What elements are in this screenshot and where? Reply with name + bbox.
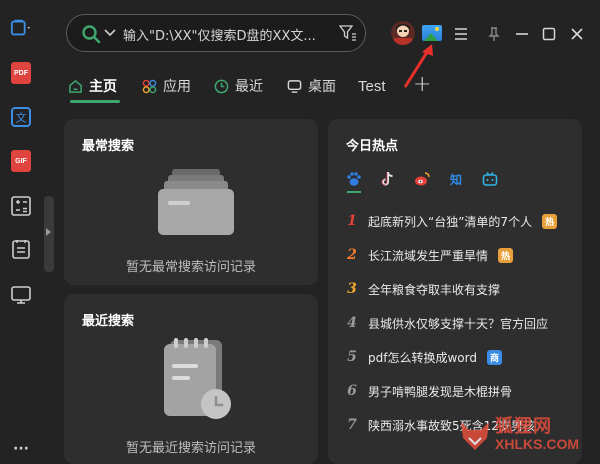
hot-rank: 6: [347, 383, 357, 399]
hot-rank: 4: [347, 315, 357, 331]
search-input[interactable]: 输入"D:\XX"仅搜索D盘的XX文...: [123, 25, 316, 44]
gif-tool-button[interactable]: GIF: [10, 150, 32, 172]
apps-icon: [142, 79, 157, 93]
tab-home-label: 主页: [89, 79, 117, 95]
hot-source-tabs: 知: [346, 171, 498, 187]
hot-item-text: 县城供水仅够支撑十天？官方回应: [368, 316, 549, 331]
douyin-icon[interactable]: [380, 171, 396, 187]
wallpaper-icon[interactable]: [422, 25, 442, 41]
close-icon[interactable]: [567, 24, 587, 44]
monitor-icon: [11, 286, 31, 304]
zhihu-icon[interactable]: 知: [448, 171, 464, 187]
maximize-icon[interactable]: [539, 24, 559, 44]
clipboard-list-icon: [12, 240, 30, 259]
empty-document-icon: [164, 338, 231, 419]
hot-item[interactable]: 5 pdf怎么转换成word 商: [346, 347, 502, 367]
search-icon: [82, 25, 101, 44]
hot-item[interactable]: 1 起底新列入“台独”清单的7个人 热: [346, 211, 558, 231]
hot-item-text: 起底新列入“台独”清单的7个人: [368, 214, 533, 229]
active-tab-indicator: [70, 100, 120, 103]
hot-item-text: pdf怎么转换成word: [368, 350, 477, 365]
hot-rank: 5: [347, 349, 357, 365]
hot-rank: 2: [347, 247, 357, 263]
desktop-icon: [287, 79, 302, 93]
tab-home[interactable]: 主页: [68, 73, 117, 99]
hot-item-text: 男子啃鸭腿发现是木棍拼骨: [368, 384, 513, 399]
translate-icon: 文: [11, 107, 31, 127]
chevron-down-icon[interactable]: [104, 28, 116, 38]
tab-desktop[interactable]: 桌面: [287, 73, 336, 99]
baidu-icon[interactable]: [346, 171, 362, 187]
translate-tool-button[interactable]: 文: [10, 106, 32, 128]
filter-icon[interactable]: [339, 25, 357, 41]
chevron-right-icon: [46, 228, 51, 236]
hot-badge: 热: [498, 247, 514, 263]
pin-icon[interactable]: [484, 24, 504, 44]
hot-item[interactable]: 3 全年粮食夺取丰收有支撑: [346, 279, 500, 299]
tab-test-label: Test: [358, 77, 386, 95]
recent-search-card: 最近搜索 暂无最近搜索访问记录: [64, 294, 318, 464]
hot-rank: 7: [347, 417, 357, 433]
clock-icon: [214, 79, 229, 93]
screen-tool-button[interactable]: [10, 284, 32, 306]
hot-item[interactable]: 4 县城供水仅够支撑十天？官方回应: [346, 313, 548, 333]
tab-recent[interactable]: 最近: [214, 73, 263, 99]
hot-rank: 1: [347, 213, 357, 229]
translate-label: 文: [16, 111, 27, 125]
hot-rank: 3: [347, 281, 357, 297]
hot-item[interactable]: 2 长江流域发生严重旱情 热: [346, 245, 514, 265]
tab-apps-label: 应用: [163, 79, 191, 95]
window-capture-icon[interactable]: [10, 17, 32, 39]
menu-icon[interactable]: [451, 24, 471, 44]
hot-badge: 热: [542, 213, 558, 229]
site-watermark: 狐狸网 XHLKS.COM: [455, 412, 595, 458]
more-icon[interactable]: ···: [10, 438, 32, 460]
pdf-tool-button[interactable]: PDF: [10, 62, 32, 84]
watermark-url: XHLKS.COM: [495, 436, 579, 452]
recent-empty-text: 暂无最近搜索访问记录: [125, 441, 256, 456]
fox-logo-icon: [461, 422, 489, 450]
hot-badge: 商: [486, 349, 502, 365]
gif-icon: GIF: [11, 150, 31, 172]
hot-source-active-indicator: [347, 191, 361, 193]
frequent-search-card: 最常搜索 暂无最常搜索访问记录: [64, 119, 318, 285]
bilibili-icon[interactable]: [482, 171, 498, 187]
frequent-search-title: 最常搜索: [82, 139, 135, 154]
calculator-tool-button[interactable]: [10, 195, 32, 217]
frequent-empty-text: 暂无最常搜索访问记录: [125, 260, 256, 275]
today-hot-title: 今日热点: [346, 139, 399, 154]
tab-desktop-label: 桌面: [308, 79, 336, 95]
weibo-icon[interactable]: [414, 171, 430, 187]
tab-recent-label: 最近: [235, 79, 263, 95]
hot-item-text: 长江流域发生严重旱情: [368, 248, 489, 263]
hot-item[interactable]: 6 男子啃鸭腿发现是木棍拼骨: [346, 381, 512, 401]
minimize-icon[interactable]: [512, 24, 532, 44]
tab-test[interactable]: Test: [358, 73, 386, 99]
home-icon: [69, 79, 82, 93]
left-toolbar: PDF 文 GIF ···: [0, 0, 44, 462]
search-bar[interactable]: 输入"D:\XX"仅搜索D盘的XX文...: [66, 14, 366, 52]
pdf-icon: PDF: [11, 62, 31, 84]
clipboard-tool-button[interactable]: [10, 238, 32, 260]
watermark-name: 狐狸网: [495, 416, 552, 437]
sidebar-collapse-handle[interactable]: [44, 196, 54, 272]
empty-box-icon: [158, 169, 234, 235]
add-tab-icon[interactable]: +: [413, 71, 431, 97]
recent-search-title: 最近搜索: [82, 314, 135, 329]
hot-item-text: 全年粮食夺取丰收有支撑: [368, 282, 501, 297]
calculator-icon: [11, 196, 31, 216]
tab-apps[interactable]: 应用: [142, 73, 191, 99]
